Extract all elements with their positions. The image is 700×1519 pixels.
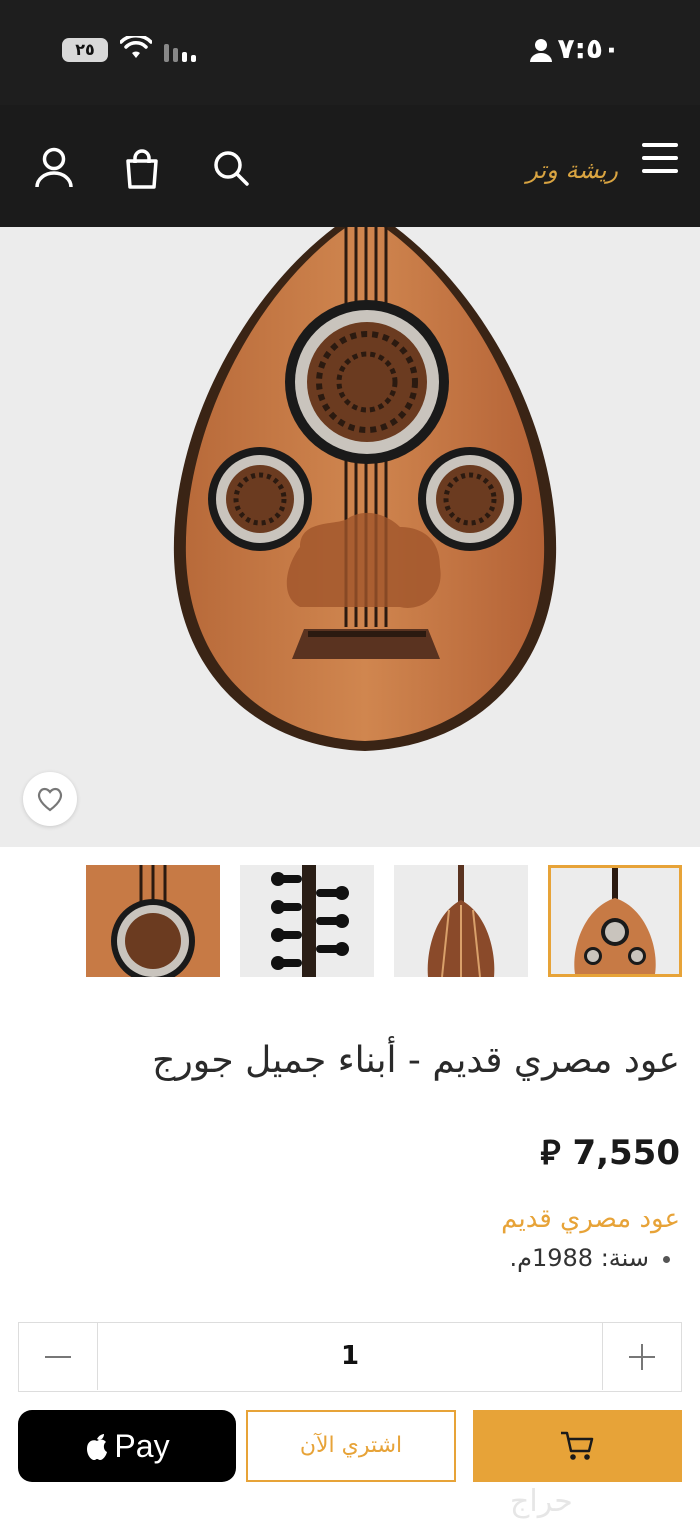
quantity-stepper: 1 (18, 1322, 682, 1392)
product-detail-text: سنة: 1988م. (509, 1244, 649, 1272)
increase-quantity-button[interactable] (602, 1323, 681, 1390)
account-icon[interactable] (34, 147, 74, 189)
battery-indicator: ٢٥ (62, 38, 108, 62)
buy-now-button[interactable]: اشتري الآن (246, 1410, 456, 1482)
site-logo[interactable]: ريشة وتر (498, 145, 618, 195)
wifi-icon (120, 36, 152, 58)
person-icon (530, 39, 552, 62)
product-subtitle: عود مصري قديم (501, 1204, 680, 1234)
cart-icon (561, 1431, 594, 1460)
site-header: ريشة وتر (0, 105, 700, 227)
bullet-dot (663, 1255, 670, 1263)
apple-pay-button[interactable]: Pay (18, 1410, 236, 1482)
watermark: حراج (510, 1484, 573, 1519)
menu-line (642, 143, 678, 147)
thumbnail-pegbox[interactable] (240, 865, 374, 977)
decrease-quantity-button[interactable] (19, 1323, 98, 1390)
add-to-cart-button[interactable] (473, 1410, 682, 1482)
apple-pay-label: Pay (114, 1428, 170, 1464)
status-time: ٧:٥٠ (557, 32, 620, 65)
shopping-bag-icon[interactable] (124, 149, 160, 189)
menu-button[interactable] (642, 143, 678, 177)
thumbnail-front[interactable] (548, 865, 682, 977)
heart-icon (37, 787, 63, 812)
oud-illustration (173, 227, 557, 751)
apple-icon (87, 1434, 108, 1460)
menu-line (642, 156, 678, 160)
wishlist-button[interactable] (23, 772, 77, 826)
search-icon[interactable] (212, 149, 250, 187)
status-bar: ٢٥ ٧:٥٠ (0, 0, 700, 105)
quantity-value[interactable]: 1 (97, 1323, 603, 1390)
menu-line (642, 169, 678, 173)
product-main-image[interactable] (0, 227, 700, 847)
signal-icon (164, 44, 196, 62)
product-detail-item: سنة: 1988م. (509, 1244, 670, 1272)
product-price: 7,550 ⃁ (540, 1133, 680, 1173)
product-title: عود مصري قديم - أبناء جميل جورج (152, 1040, 680, 1081)
thumbnail-gallery (86, 865, 682, 977)
thumbnail-back[interactable] (394, 865, 528, 977)
thumbnail-soundhole[interactable] (86, 865, 220, 977)
